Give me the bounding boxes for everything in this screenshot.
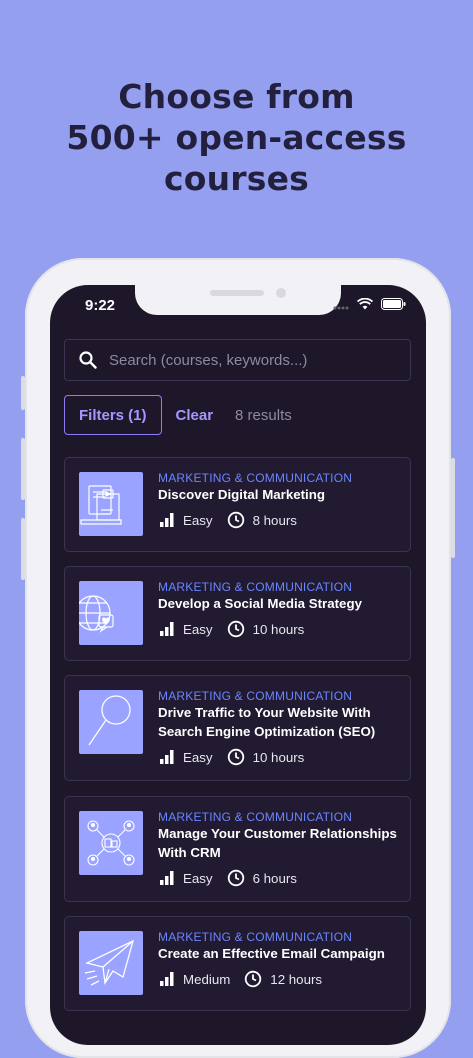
course-card[interactable]: MARKETING & COMMUNICATION Discover Digit… [64,457,411,552]
level-bars-icon [159,512,175,528]
course-card[interactable]: MARKETING & COMMUNICATION Develop a Soci… [64,566,411,661]
filters-button[interactable]: Filters (1) [64,395,162,435]
camera [276,288,286,298]
course-title: Discover Digital Marketing [158,487,325,502]
course-title: Create an Effective Email Campaign [158,946,385,961]
laptop-icon [79,472,143,536]
course-duration: 10 hours [252,749,305,765]
status-time: 9:22 [85,297,116,314]
clock-icon [244,970,262,988]
course-level: Easy [183,870,213,886]
volume-up-button [21,438,25,500]
course-category: MARKETING & COMMUNICATION [158,930,353,944]
course-meta: Medium 12 hours [159,970,322,988]
headline: Choose from 500+ open-access courses [0,76,473,199]
course-category: MARKETING & COMMUNICATION [158,810,353,824]
course-title: Drive Traffic to Your Website With Searc… [158,705,376,739]
search-icon [79,351,97,369]
phone-screen: 9:22 Filters (1) Clear 8 results [50,285,426,1045]
clock-icon [227,620,245,638]
paper-plane-icon [79,931,143,995]
filter-bar: Filters (1) Clear 8 results [64,395,292,435]
course-meta: Easy 10 hours [159,620,304,638]
course-meta: Easy 8 hours [159,511,297,529]
wifi-icon [356,297,374,315]
headline-line-1: Choose from [118,77,355,116]
magnifier-icon [79,690,143,754]
headline-line-3: courses [163,159,310,198]
mute-switch [21,376,25,410]
clock-icon [227,511,245,529]
course-category: MARKETING & COMMUNICATION [158,580,353,594]
battery-icon [381,297,406,315]
search-bar[interactable] [64,339,411,381]
status-icons [333,297,406,315]
network-icon [79,811,143,875]
course-level: Easy [183,512,213,528]
course-card[interactable]: MARKETING & COMMUNICATION Drive Traffic … [64,675,411,781]
globe-heart-icon [79,581,143,645]
level-bars-icon [159,621,175,637]
course-category: MARKETING & COMMUNICATION [158,689,353,703]
course-card[interactable]: MARKETING & COMMUNICATION Manage Your Cu… [64,796,411,902]
course-duration: 10 hours [252,621,305,637]
level-bars-icon [159,971,175,987]
course-duration: 6 hours [252,870,297,886]
notch [135,285,341,315]
volume-down-button [21,518,25,580]
course-card[interactable]: MARKETING & COMMUNICATION Create an Effe… [64,916,411,1011]
course-level: Easy [183,749,213,765]
level-bars-icon [159,749,175,765]
course-title: Develop a Social Media Strategy [158,596,362,611]
clear-button[interactable]: Clear [176,407,214,424]
course-meta: Easy 10 hours [159,748,304,766]
speaker [210,290,264,296]
search-input[interactable] [107,350,391,370]
course-meta: Easy 6 hours [159,869,297,887]
headline-line-2: 500+ open-access [66,118,407,157]
course-category: MARKETING & COMMUNICATION [158,471,353,485]
signal-dots-icon [333,297,349,315]
course-title: Manage Your Customer Relationships With … [158,826,397,860]
results-count: 8 results [235,406,292,424]
course-level: Medium [183,971,231,987]
course-level: Easy [183,621,213,637]
course-duration: 12 hours [270,971,323,987]
level-bars-icon [159,870,175,886]
course-duration: 8 hours [252,512,297,528]
power-button [451,458,455,558]
clock-icon [227,869,245,887]
clock-icon [227,748,245,766]
